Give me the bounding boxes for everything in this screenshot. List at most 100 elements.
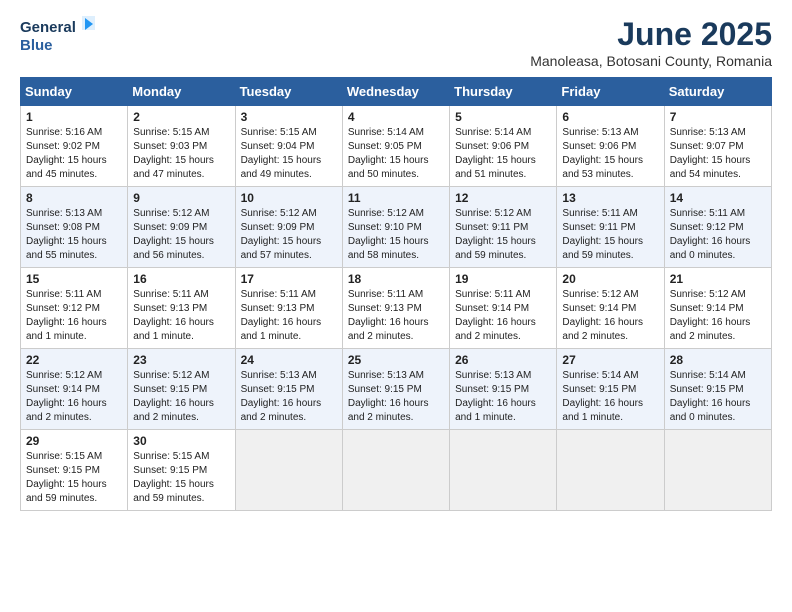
table-row: 19 Sunrise: 5:11 AM Sunset: 9:14 PM Dayl… — [450, 268, 557, 349]
table-row: 15 Sunrise: 5:11 AM Sunset: 9:12 PM Dayl… — [21, 268, 128, 349]
day-number: 2 — [133, 110, 229, 124]
table-row: 3 Sunrise: 5:15 AM Sunset: 9:04 PM Dayli… — [235, 106, 342, 187]
title-month: June 2025 — [530, 16, 772, 53]
col-friday: Friday — [557, 78, 664, 106]
day-number: 25 — [348, 353, 444, 367]
day-number: 15 — [26, 272, 122, 286]
sunset-label: Sunset: 9:15 PM — [133, 465, 207, 476]
sunrise-label: Sunrise: 5:12 AM — [133, 370, 209, 381]
calendar-week-row: 29 Sunrise: 5:15 AM Sunset: 9:15 PM Dayl… — [21, 430, 772, 511]
sunrise-label: Sunrise: 5:12 AM — [562, 289, 638, 300]
daylight-label: Daylight: 15 hours and 59 minutes. — [562, 236, 643, 261]
calendar-week-row: 15 Sunrise: 5:11 AM Sunset: 9:12 PM Dayl… — [21, 268, 772, 349]
day-info: Sunrise: 5:12 AM Sunset: 9:09 PM Dayligh… — [241, 207, 337, 263]
day-number: 13 — [562, 191, 658, 205]
sunset-label: Sunset: 9:02 PM — [26, 141, 100, 152]
day-info: Sunrise: 5:15 AM Sunset: 9:03 PM Dayligh… — [133, 126, 229, 182]
table-row — [557, 430, 664, 511]
day-number: 5 — [455, 110, 551, 124]
sunrise-label: Sunrise: 5:11 AM — [133, 289, 208, 300]
sunrise-label: Sunrise: 5:12 AM — [348, 208, 424, 219]
daylight-label: Daylight: 15 hours and 55 minutes. — [26, 236, 107, 261]
sunrise-label: Sunrise: 5:14 AM — [562, 370, 638, 381]
calendar-week-row: 22 Sunrise: 5:12 AM Sunset: 9:14 PM Dayl… — [21, 349, 772, 430]
sunrise-label: Sunrise: 5:12 AM — [670, 289, 746, 300]
daylight-label: Daylight: 15 hours and 50 minutes. — [348, 155, 429, 180]
day-info: Sunrise: 5:13 AM Sunset: 9:06 PM Dayligh… — [562, 126, 658, 182]
table-row: 29 Sunrise: 5:15 AM Sunset: 9:15 PM Dayl… — [21, 430, 128, 511]
daylight-label: Daylight: 15 hours and 59 minutes. — [455, 236, 536, 261]
table-row: 11 Sunrise: 5:12 AM Sunset: 9:10 PM Dayl… — [342, 187, 449, 268]
sunset-label: Sunset: 9:15 PM — [455, 384, 529, 395]
sunset-label: Sunset: 9:08 PM — [26, 222, 100, 233]
table-row: 27 Sunrise: 5:14 AM Sunset: 9:15 PM Dayl… — [557, 349, 664, 430]
daylight-label: Daylight: 16 hours and 2 minutes. — [133, 398, 214, 423]
daylight-label: Daylight: 15 hours and 59 minutes. — [26, 479, 107, 504]
sunset-label: Sunset: 9:04 PM — [241, 141, 315, 152]
table-row: 21 Sunrise: 5:12 AM Sunset: 9:14 PM Dayl… — [664, 268, 771, 349]
sunset-label: Sunset: 9:13 PM — [348, 303, 422, 314]
table-row: 14 Sunrise: 5:11 AM Sunset: 9:12 PM Dayl… — [664, 187, 771, 268]
daylight-label: Daylight: 16 hours and 1 minute. — [455, 398, 536, 423]
sunrise-label: Sunrise: 5:14 AM — [670, 370, 746, 381]
sunset-label: Sunset: 9:11 PM — [562, 222, 635, 233]
day-info: Sunrise: 5:15 AM Sunset: 9:15 PM Dayligh… — [26, 450, 122, 506]
sunset-label: Sunset: 9:11 PM — [455, 222, 528, 233]
sunset-label: Sunset: 9:15 PM — [562, 384, 636, 395]
sunset-label: Sunset: 9:06 PM — [455, 141, 529, 152]
day-number: 21 — [670, 272, 766, 286]
table-row: 6 Sunrise: 5:13 AM Sunset: 9:06 PM Dayli… — [557, 106, 664, 187]
day-number: 20 — [562, 272, 658, 286]
daylight-label: Daylight: 15 hours and 58 minutes. — [348, 236, 429, 261]
sunrise-label: Sunrise: 5:13 AM — [26, 208, 102, 219]
sunset-label: Sunset: 9:14 PM — [26, 384, 100, 395]
daylight-label: Daylight: 16 hours and 2 minutes. — [348, 398, 429, 423]
day-number: 18 — [348, 272, 444, 286]
sunrise-label: Sunrise: 5:15 AM — [241, 127, 317, 138]
table-row: 9 Sunrise: 5:12 AM Sunset: 9:09 PM Dayli… — [128, 187, 235, 268]
day-info: Sunrise: 5:13 AM Sunset: 9:15 PM Dayligh… — [455, 369, 551, 425]
daylight-label: Daylight: 15 hours and 56 minutes. — [133, 236, 214, 261]
table-row: 24 Sunrise: 5:13 AM Sunset: 9:15 PM Dayl… — [235, 349, 342, 430]
col-saturday: Saturday — [664, 78, 771, 106]
sunset-label: Sunset: 9:13 PM — [241, 303, 315, 314]
sunset-label: Sunset: 9:09 PM — [133, 222, 207, 233]
table-row: 17 Sunrise: 5:11 AM Sunset: 9:13 PM Dayl… — [235, 268, 342, 349]
table-row: 1 Sunrise: 5:16 AM Sunset: 9:02 PM Dayli… — [21, 106, 128, 187]
table-row: 7 Sunrise: 5:13 AM Sunset: 9:07 PM Dayli… — [664, 106, 771, 187]
sunrise-label: Sunrise: 5:12 AM — [455, 208, 531, 219]
daylight-label: Daylight: 16 hours and 2 minutes. — [455, 317, 536, 342]
day-info: Sunrise: 5:11 AM Sunset: 9:13 PM Dayligh… — [133, 288, 229, 344]
table-row: 20 Sunrise: 5:12 AM Sunset: 9:14 PM Dayl… — [557, 268, 664, 349]
table-row: 23 Sunrise: 5:12 AM Sunset: 9:15 PM Dayl… — [128, 349, 235, 430]
day-info: Sunrise: 5:12 AM Sunset: 9:14 PM Dayligh… — [26, 369, 122, 425]
day-info: Sunrise: 5:11 AM Sunset: 9:11 PM Dayligh… — [562, 207, 658, 263]
sunrise-label: Sunrise: 5:11 AM — [348, 289, 423, 300]
daylight-label: Daylight: 16 hours and 0 minutes. — [670, 236, 751, 261]
daylight-label: Daylight: 16 hours and 1 minute. — [241, 317, 322, 342]
day-info: Sunrise: 5:13 AM Sunset: 9:07 PM Dayligh… — [670, 126, 766, 182]
day-number: 6 — [562, 110, 658, 124]
day-info: Sunrise: 5:12 AM Sunset: 9:10 PM Dayligh… — [348, 207, 444, 263]
sunrise-label: Sunrise: 5:13 AM — [348, 370, 424, 381]
table-row: 10 Sunrise: 5:12 AM Sunset: 9:09 PM Dayl… — [235, 187, 342, 268]
day-number: 8 — [26, 191, 122, 205]
sunrise-label: Sunrise: 5:14 AM — [455, 127, 531, 138]
sunrise-label: Sunrise: 5:12 AM — [241, 208, 317, 219]
page-header: General Blue June 2025 Manoleasa, Botosa… — [20, 16, 772, 69]
day-info: Sunrise: 5:15 AM Sunset: 9:15 PM Dayligh… — [133, 450, 229, 506]
table-row: 2 Sunrise: 5:15 AM Sunset: 9:03 PM Dayli… — [128, 106, 235, 187]
col-sunday: Sunday — [21, 78, 128, 106]
sunrise-label: Sunrise: 5:13 AM — [455, 370, 531, 381]
logo-svg: General Blue — [20, 16, 100, 54]
day-number: 7 — [670, 110, 766, 124]
calendar-table: Sunday Monday Tuesday Wednesday Thursday… — [20, 77, 772, 511]
table-row: 13 Sunrise: 5:11 AM Sunset: 9:11 PM Dayl… — [557, 187, 664, 268]
sunrise-label: Sunrise: 5:13 AM — [241, 370, 317, 381]
daylight-label: Daylight: 15 hours and 47 minutes. — [133, 155, 214, 180]
daylight-label: Daylight: 15 hours and 54 minutes. — [670, 155, 751, 180]
title-location: Manoleasa, Botosani County, Romania — [530, 53, 772, 69]
table-row: 22 Sunrise: 5:12 AM Sunset: 9:14 PM Dayl… — [21, 349, 128, 430]
svg-text:Blue: Blue — [20, 37, 53, 54]
col-thursday: Thursday — [450, 78, 557, 106]
